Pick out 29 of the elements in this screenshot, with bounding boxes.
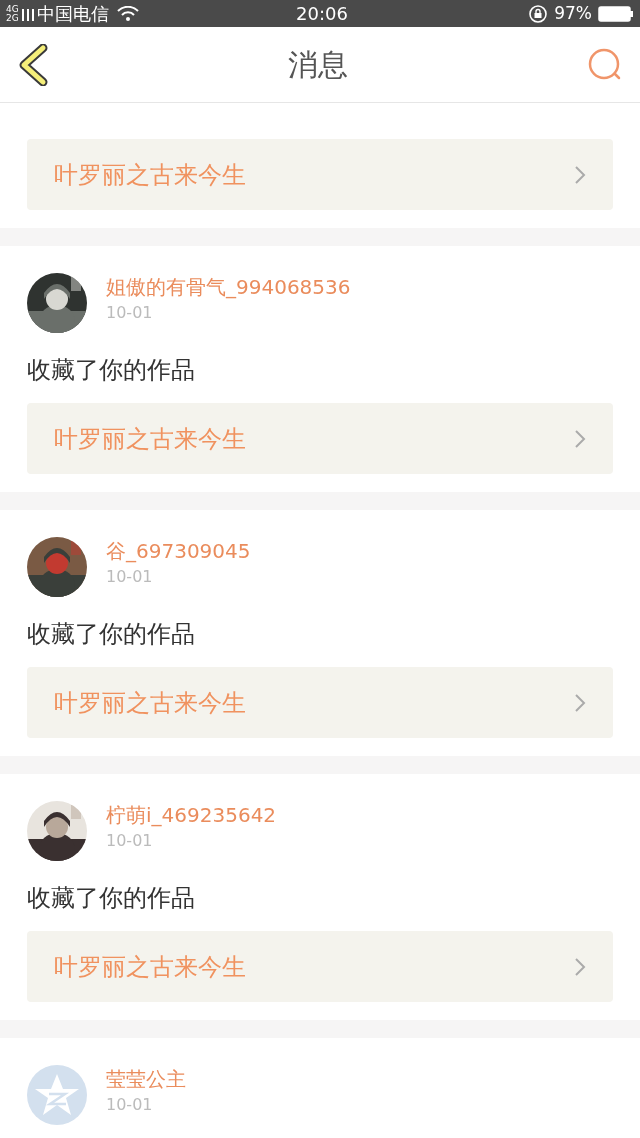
battery-icon	[598, 5, 634, 22]
network-type: 4G	[6, 4, 19, 14]
message-date: 10-01	[106, 1094, 154, 1116]
default-avatar-icon	[27, 1065, 87, 1125]
chevron-right-icon	[574, 428, 586, 449]
book-link[interactable]: 叶罗丽之古来今生	[27, 403, 613, 474]
book-link[interactable]: 叶罗丽之古来今生	[27, 139, 613, 210]
page-title: 消息	[288, 46, 348, 84]
message-date: 10-01	[106, 830, 154, 852]
chevron-right-icon	[574, 164, 586, 185]
user-name[interactable]: 姐傲的有骨气_994068536	[106, 273, 351, 301]
message-text: 收藏了你的作品	[26, 883, 196, 914]
message-text: 收藏了你的作品	[26, 355, 196, 386]
book-link[interactable]: 叶罗丽之古来今生	[27, 931, 613, 1002]
user-name[interactable]: 莹莹公主	[106, 1065, 186, 1093]
clock: 20:06	[296, 2, 348, 26]
battery-percent: 97%	[554, 1, 592, 25]
network-type: 2G	[6, 13, 19, 23]
user-name[interactable]: 谷_697309045	[106, 537, 251, 565]
chevron-right-icon	[574, 956, 586, 977]
message-date: 10-01	[106, 302, 154, 324]
user-name[interactable]: 柠萌i_469235642	[106, 801, 277, 829]
carrier-name: 中国电信	[36, 2, 109, 26]
message-text: 收藏了你的作品	[26, 619, 196, 650]
message-date: 10-01	[106, 566, 154, 588]
wifi-icon	[116, 5, 139, 22]
rotation-lock-icon	[528, 3, 549, 24]
book-link[interactable]: 叶罗丽之古来今生	[27, 667, 613, 738]
chevron-right-icon	[574, 692, 586, 713]
